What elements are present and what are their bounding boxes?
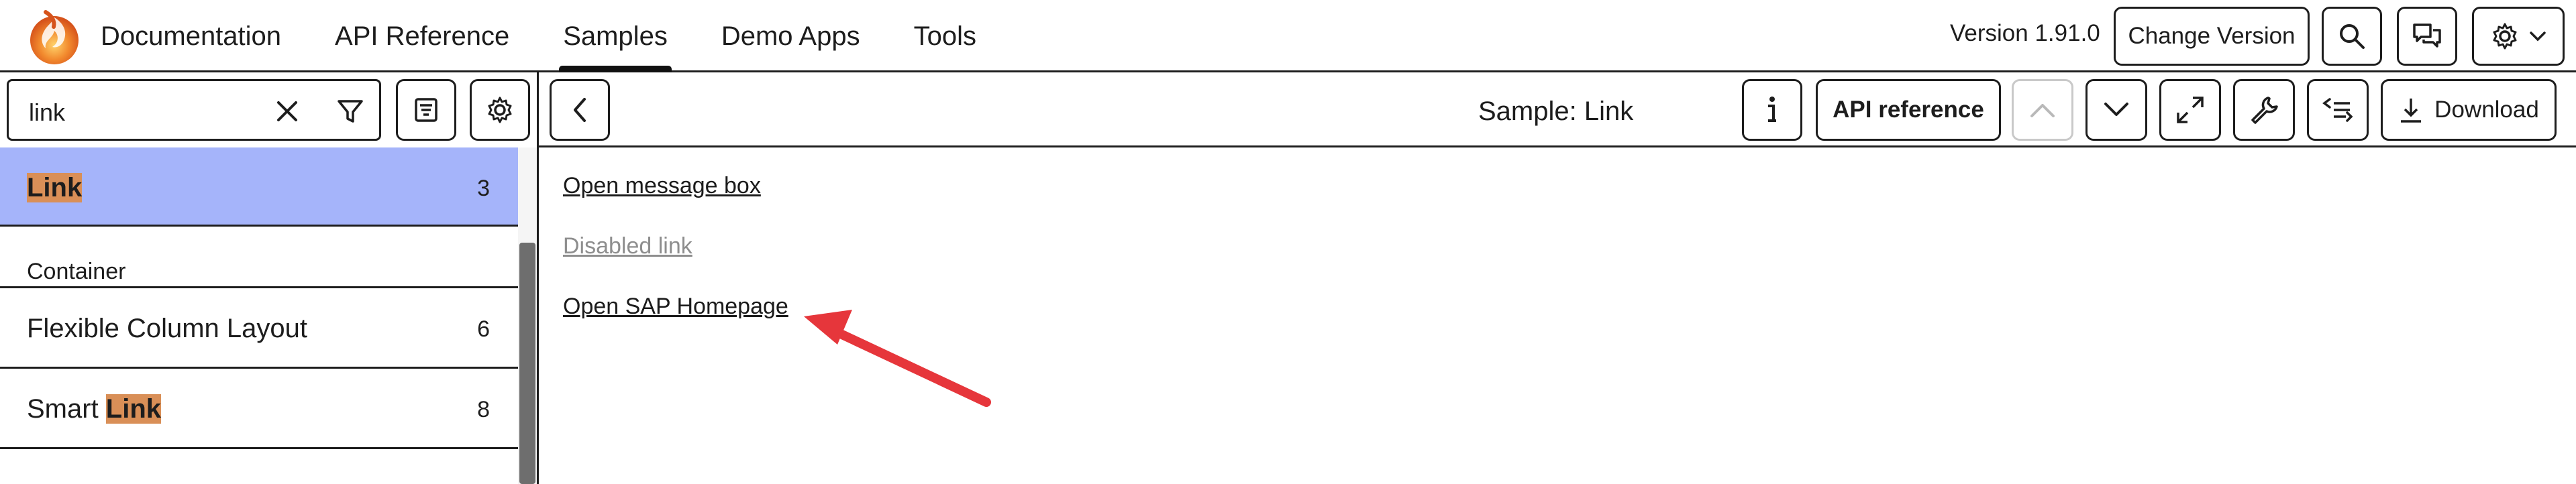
wrench-icon bbox=[2249, 95, 2279, 125]
search-input-value: link bbox=[29, 99, 66, 126]
list-item-flexible-column-layout[interactable]: Flexible Column Layout 6 bbox=[0, 288, 518, 369]
group-header-container: Container bbox=[0, 227, 518, 288]
scrollbar-thumb[interactable] bbox=[519, 243, 535, 484]
list-item-label: Link bbox=[27, 173, 83, 203]
sort-icon bbox=[413, 97, 440, 123]
top-navigation: Documentation API Reference Samples Demo… bbox=[101, 0, 1030, 72]
api-reference-button[interactable]: API reference bbox=[1816, 79, 2001, 141]
info-icon bbox=[1765, 95, 1779, 125]
sort-button[interactable] bbox=[396, 79, 456, 141]
search-hit: Link bbox=[27, 173, 83, 202]
next-sample-button[interactable] bbox=[2085, 79, 2147, 141]
list-item-label: Flexible Column Layout bbox=[27, 314, 307, 343]
settings-menu-button[interactable] bbox=[2472, 7, 2565, 66]
sample-search-toolbar: link bbox=[0, 72, 537, 147]
settings-icon bbox=[485, 95, 515, 125]
list-item-count: 8 bbox=[477, 397, 490, 422]
nav-documentation[interactable]: Documentation bbox=[101, 0, 281, 72]
list-item-count: 3 bbox=[477, 176, 490, 201]
list-item-smart-link[interactable]: Smart Link 8 bbox=[0, 369, 518, 449]
settings-tool-button[interactable] bbox=[2233, 79, 2295, 141]
search-button[interactable] bbox=[2322, 7, 2382, 66]
nav-api-reference[interactable]: API Reference bbox=[335, 0, 509, 72]
search-input[interactable]: link bbox=[7, 79, 381, 141]
chevron-down-icon bbox=[2103, 101, 2130, 119]
download-label: Download bbox=[2434, 97, 2539, 123]
sample-list: Link 3 Container Flexible Column Layout … bbox=[0, 147, 518, 484]
fullscreen-icon bbox=[2175, 95, 2205, 125]
group-header-label: Container bbox=[27, 259, 126, 284]
nav-demo-apps[interactable]: Demo Apps bbox=[721, 0, 860, 72]
chevron-up-icon bbox=[2029, 101, 2056, 119]
list-item-label: Smart Link bbox=[27, 394, 162, 424]
feedback-icon bbox=[2412, 21, 2442, 52]
change-version-button[interactable]: Change Version bbox=[2114, 7, 2310, 66]
search-icon bbox=[2337, 21, 2367, 51]
openui5-logo-icon[interactable] bbox=[25, 8, 83, 66]
clear-icon[interactable] bbox=[274, 99, 300, 127]
info-button[interactable] bbox=[1742, 79, 1802, 141]
previous-sample-button[interactable] bbox=[2012, 79, 2073, 141]
list-scrollbar[interactable] bbox=[518, 147, 537, 484]
sample-title: Sample: Link bbox=[1478, 97, 1634, 126]
list-item-link[interactable]: Link 3 bbox=[0, 147, 518, 227]
sample-content: Open message box Disabled link Open SAP … bbox=[539, 147, 2576, 484]
nav-samples[interactable]: Samples bbox=[559, 0, 672, 72]
filter-icon[interactable] bbox=[336, 97, 364, 129]
list-settings-button[interactable] bbox=[470, 79, 530, 141]
open-sap-homepage-link[interactable]: Open SAP Homepage bbox=[563, 294, 788, 320]
code-icon bbox=[2322, 97, 2354, 123]
show-code-button[interactable] bbox=[2307, 79, 2369, 141]
settings-icon bbox=[2490, 21, 2520, 51]
disabled-link: Disabled link bbox=[563, 233, 692, 259]
api-reference-label: API reference bbox=[1833, 97, 1984, 123]
open-message-box-link[interactable]: Open message box bbox=[563, 173, 761, 199]
chevron-down-icon bbox=[2529, 30, 2546, 42]
download-icon bbox=[2398, 96, 2424, 124]
change-version-label: Change Version bbox=[2128, 23, 2296, 49]
version-label: Version 1.91.0 bbox=[1950, 20, 2100, 46]
sample-toolbar: Sample: Link API reference Download bbox=[539, 72, 2576, 147]
download-button[interactable]: Download bbox=[2381, 79, 2557, 141]
shell-bar: Documentation API Reference Samples Demo… bbox=[0, 0, 2576, 72]
back-icon bbox=[570, 97, 590, 123]
search-hit: Link bbox=[105, 394, 162, 424]
fullscreen-button[interactable] bbox=[2159, 79, 2221, 141]
list-item-count: 6 bbox=[477, 316, 490, 342]
nav-tools[interactable]: Tools bbox=[914, 0, 976, 72]
back-button[interactable] bbox=[550, 79, 610, 141]
feedback-button[interactable] bbox=[2397, 7, 2457, 66]
list-item-label-prefix: Smart bbox=[27, 394, 106, 424]
